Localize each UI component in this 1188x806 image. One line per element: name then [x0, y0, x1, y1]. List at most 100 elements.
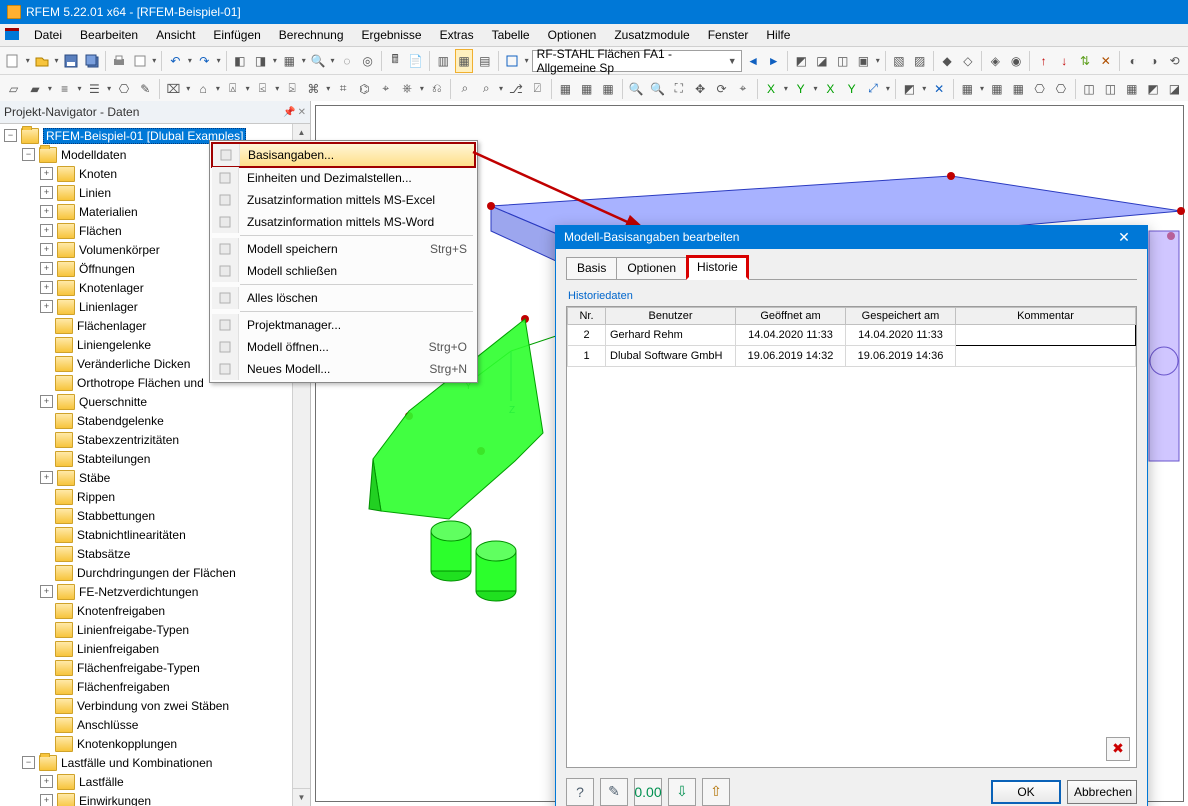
menu-datei[interactable]: Datei: [26, 26, 70, 44]
tb2-10-icon[interactable]: ⍃: [253, 77, 272, 101]
end3-icon[interactable]: ⟲: [1165, 49, 1184, 73]
nav-prev-icon[interactable]: ◄: [744, 49, 763, 73]
tb2-47-icon[interactable]: ◫: [1079, 77, 1098, 101]
tb2-03-dropdown[interactable]: ▾: [76, 84, 82, 93]
tb2-02-dropdown[interactable]: ▾: [47, 84, 53, 93]
tree-group[interactable]: −Lastfälle und Kombinationen: [0, 753, 310, 772]
tree-item[interactable]: Linienfreigabe-Typen: [0, 620, 310, 639]
tree-item[interactable]: Flächenfreigabe-Typen: [0, 658, 310, 677]
tb2-23-icon[interactable]: ▦: [577, 77, 596, 101]
new-dropdown[interactable]: ▾: [25, 56, 31, 65]
tb2-41-icon[interactable]: ✕: [929, 77, 948, 101]
tb2-19-icon[interactable]: ⌕: [477, 77, 496, 101]
tb2-45-icon[interactable]: ⎔: [1030, 77, 1049, 101]
tool-d-icon[interactable]: ◌: [338, 49, 357, 73]
tree-item[interactable]: Durchdringungen der Flächen: [0, 563, 310, 582]
tree-item[interactable]: Flächenfreigaben: [0, 677, 310, 696]
tree-item[interactable]: +Einwirkungen: [0, 791, 310, 806]
export-button[interactable]: ⇧: [702, 778, 730, 806]
tb2-02-icon[interactable]: ▰: [25, 77, 44, 101]
tb2-09d[interactable]: ▾: [244, 84, 250, 93]
help-button[interactable]: ?: [566, 778, 594, 806]
layout1-icon[interactable]: ▥: [434, 49, 453, 73]
context-menu-item[interactable]: Einheiten und Dezimalstellen...: [212, 167, 475, 189]
cube2-icon[interactable]: ◪: [813, 49, 832, 73]
tb2-22-icon[interactable]: ▦: [556, 77, 575, 101]
layout3-icon[interactable]: ▤: [475, 49, 494, 73]
tb2-19d[interactable]: ▾: [498, 84, 504, 93]
tree-item[interactable]: +Lastfälle: [0, 772, 310, 791]
table-row[interactable]: 2 Gerhard Rehm 14.04.2020 11:33 14.04.20…: [568, 324, 1136, 345]
tab-historie[interactable]: Historie: [686, 255, 749, 280]
cube7-icon[interactable]: ◆: [938, 49, 957, 73]
tb2-40-icon[interactable]: ◩: [900, 77, 919, 101]
tool-c-icon[interactable]: ▦: [280, 49, 299, 73]
menu-bearbeiten[interactable]: Bearbeiten: [72, 26, 146, 44]
tb2-48-icon[interactable]: ◫: [1101, 77, 1120, 101]
end1-icon[interactable]: ◐: [1124, 49, 1143, 73]
scroll-down-icon[interactable]: ▼: [293, 788, 310, 806]
col-nr[interactable]: Nr.: [568, 307, 606, 324]
col-geoeffnet[interactable]: Geöffnet am: [736, 307, 846, 324]
tb2-42-icon[interactable]: ▦: [958, 77, 977, 101]
axis-f-icon[interactable]: ⤢: [863, 77, 882, 101]
tb2-30-icon[interactable]: ⌖: [733, 77, 752, 101]
cube10-icon[interactable]: ◉: [1007, 49, 1026, 73]
menu-zusatzmodule[interactable]: Zusatzmodule: [606, 26, 697, 44]
context-menu-item[interactable]: Alles löschen: [212, 287, 475, 309]
context-menu-item[interactable]: Projektmanager...: [212, 314, 475, 336]
tree-item[interactable]: +FE-Netzverdichtungen: [0, 582, 310, 601]
tb2-17-icon[interactable]: ⎌: [427, 77, 446, 101]
result-combo[interactable]: RF-STAHL Flächen FA1 - Allgemeine Sp ▼: [532, 50, 742, 72]
tree-item[interactable]: Knotenfreigaben: [0, 601, 310, 620]
cube3-icon[interactable]: ◫: [833, 49, 852, 73]
tb2-08-icon[interactable]: ⌂: [193, 77, 212, 101]
tb2-50-icon[interactable]: ◩: [1143, 77, 1162, 101]
open-dropdown[interactable]: ▾: [54, 56, 60, 65]
tb2-18-icon[interactable]: ⌕: [455, 77, 474, 101]
table-row[interactable]: 1 Dlubal Software GmbH 19.06.2019 14:32 …: [568, 345, 1136, 366]
tab-basis[interactable]: Basis: [566, 257, 617, 279]
print-dropdown[interactable]: ▾: [151, 56, 157, 65]
save-all-icon[interactable]: [82, 49, 101, 73]
tb2-16d[interactable]: ▾: [419, 84, 425, 93]
tree-item[interactable]: Linienfreigaben: [0, 639, 310, 658]
menu-hilfe[interactable]: Hilfe: [758, 26, 798, 44]
layout2-icon[interactable]: ▦: [455, 49, 474, 73]
tb2-13-icon[interactable]: ⌗: [333, 77, 352, 101]
edit-button[interactable]: ✎: [600, 778, 628, 806]
tb2-12-icon[interactable]: ⌘: [304, 77, 323, 101]
tb2-43-icon[interactable]: ▦: [987, 77, 1006, 101]
tree-item[interactable]: +Stäbe: [0, 468, 310, 487]
undo-icon[interactable]: ↶: [166, 49, 185, 73]
calc2-icon[interactable]: 📄: [406, 49, 425, 73]
tb2-49-icon[interactable]: ▦: [1122, 77, 1141, 101]
redo-dropdown[interactable]: ▾: [216, 56, 222, 65]
tb2-07-icon[interactable]: ⌧: [164, 77, 183, 101]
units-button[interactable]: 0.00: [634, 778, 662, 806]
cube8-icon[interactable]: ◇: [959, 49, 978, 73]
axis-x-d[interactable]: ▾: [783, 84, 789, 93]
tb2-20-icon[interactable]: ⎇: [506, 77, 525, 101]
tb2-04-dropdown[interactable]: ▾: [106, 84, 112, 93]
nav-close-icon[interactable]: ✕: [298, 107, 306, 118]
col-benutzer[interactable]: Benutzer: [606, 307, 736, 324]
tool-b-dropdown[interactable]: ▾: [272, 56, 278, 65]
tb2-04-icon[interactable]: ☰: [85, 77, 104, 101]
context-menu-item[interactable]: Modell öffnen... Strg+O: [212, 336, 475, 358]
rotate-icon[interactable]: ⟳: [712, 77, 731, 101]
print-preview-icon[interactable]: [131, 49, 150, 73]
tb2-06-icon[interactable]: ✎: [136, 77, 155, 101]
tab-optionen[interactable]: Optionen: [616, 257, 687, 279]
tb2-09-icon[interactable]: ⍓: [223, 77, 242, 101]
nav-pin-icon[interactable]: 📌: [283, 107, 295, 118]
cube6-icon[interactable]: ▨: [910, 49, 929, 73]
dialog-close-icon[interactable]: ✕: [1109, 229, 1139, 246]
tb2-14-icon[interactable]: ⌬: [355, 77, 374, 101]
axis-y-d[interactable]: ▾: [812, 84, 818, 93]
tb2-16-icon[interactable]: ⎈: [397, 77, 416, 101]
arrow-x-icon[interactable]: ✕: [1096, 49, 1115, 73]
menu-fenster[interactable]: Fenster: [700, 26, 757, 44]
menu-einfuegen[interactable]: Einfügen: [205, 26, 268, 44]
open-icon[interactable]: [33, 49, 52, 73]
